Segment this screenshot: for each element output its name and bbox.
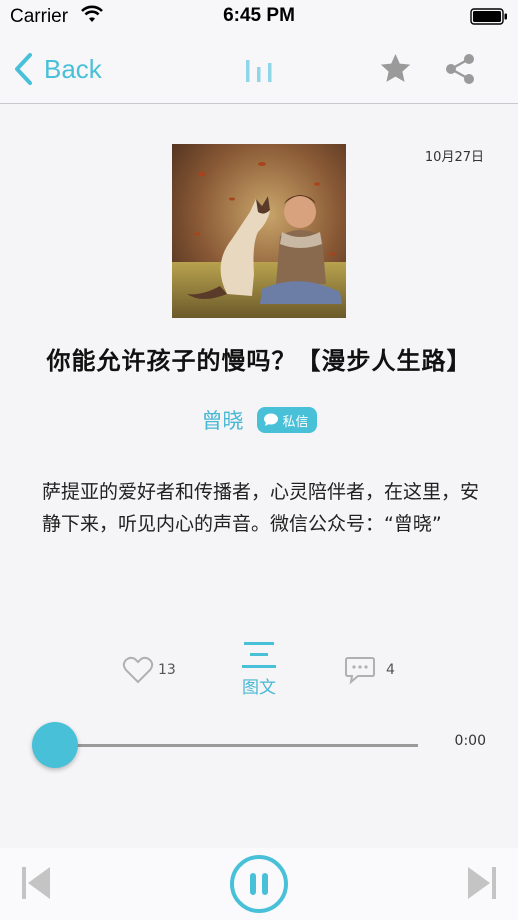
chat-bubble-icon	[264, 413, 279, 426]
author-row: 曾晓 私信	[0, 404, 518, 436]
comment-icon	[345, 657, 375, 685]
private-message-button[interactable]: 私信	[257, 407, 317, 433]
previous-track-icon[interactable]	[20, 865, 52, 901]
battery-icon	[470, 8, 507, 25]
status-bar: Carrier 6:45 PM	[0, 0, 518, 34]
cover-image	[172, 144, 346, 318]
progress-track[interactable]	[54, 744, 418, 747]
status-time: 6:45 PM	[223, 5, 295, 26]
pause-button[interactable]	[229, 854, 289, 914]
heart-icon	[122, 656, 154, 684]
article-title: 你能允许孩子的慢吗？【漫步人生路】	[46, 347, 472, 375]
share-icon[interactable]	[444, 53, 476, 85]
elapsed-time: 0:00	[454, 733, 486, 749]
text-lines-icon	[242, 642, 276, 668]
audio-playing-icon[interactable]	[244, 56, 274, 82]
comment-button[interactable]: 4	[344, 654, 395, 686]
star-icon[interactable]	[379, 52, 412, 85]
back-button[interactable]: Back	[12, 49, 102, 89]
player-controls	[0, 848, 518, 920]
author-name[interactable]: 曾晓	[201, 405, 243, 435]
author-description: 萨提亚的爱好者和传播者，心灵陪伴者，在这里，安静下来，听见内心的声音。微信公众号…	[42, 481, 480, 535]
article-tab-button[interactable]: 图文	[233, 640, 285, 698]
publish-date: 10月27日	[424, 150, 484, 165]
navigation-bar: Back	[0, 34, 518, 104]
progress-thumb[interactable]	[32, 722, 78, 768]
like-count: 13	[158, 662, 176, 678]
like-button[interactable]: 13	[122, 654, 176, 686]
private-message-label: 私信	[282, 414, 309, 430]
back-label: Back	[44, 53, 102, 84]
comment-count: 4	[386, 662, 395, 678]
next-track-icon[interactable]	[466, 865, 498, 901]
chevron-left-icon	[15, 53, 32, 85]
article-tab-label: 图文	[242, 678, 276, 698]
